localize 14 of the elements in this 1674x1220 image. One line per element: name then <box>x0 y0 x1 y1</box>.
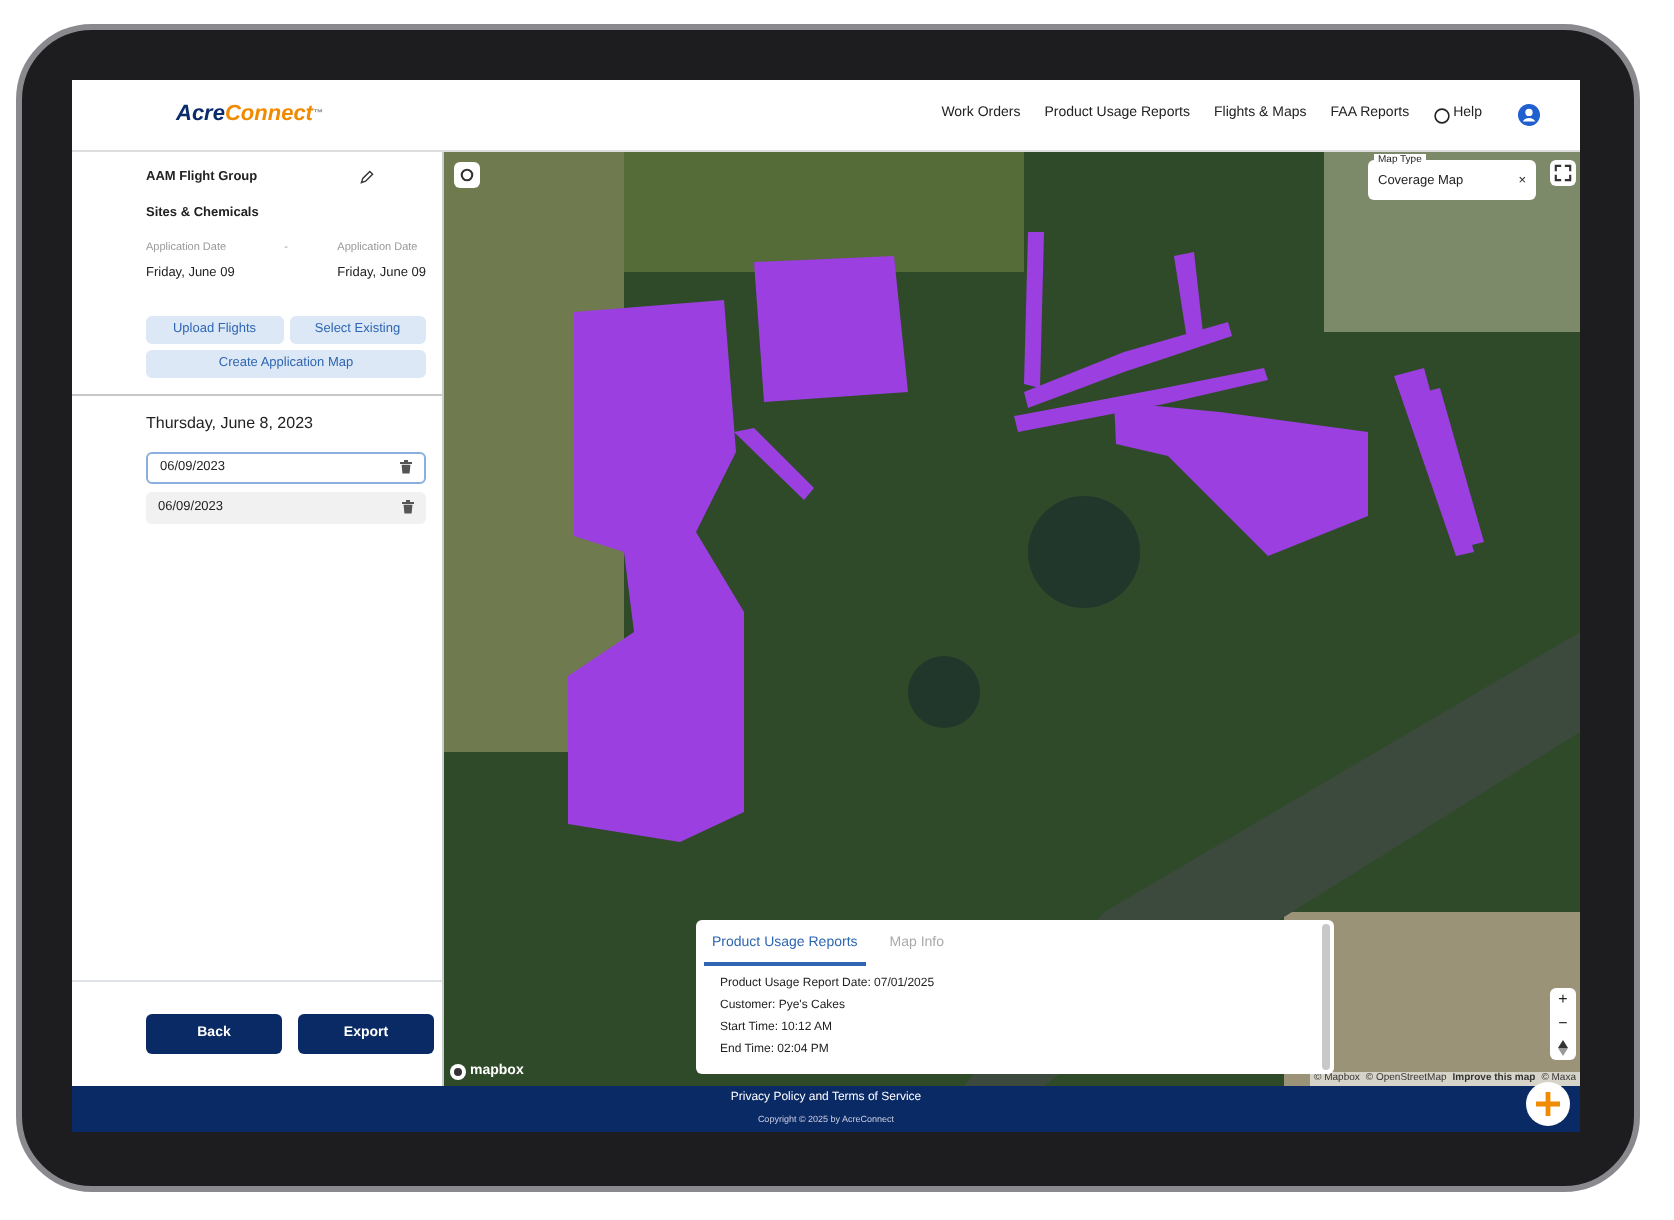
day-heading: Thursday, June 8, 2023 <box>146 411 315 435</box>
zoom-out-button[interactable]: − <box>1558 1012 1568 1036</box>
trash-icon[interactable] <box>402 500 414 514</box>
pencil-icon[interactable] <box>360 170 374 185</box>
mapbox-logo-icon <box>450 1063 466 1080</box>
add-fab-button[interactable] <box>1526 1082 1570 1126</box>
zoom-in-button[interactable]: + <box>1558 988 1568 1012</box>
user-avatar-icon[interactable] <box>1518 104 1540 126</box>
fullscreen-icon[interactable] <box>1554 164 1572 182</box>
app-logo: AcreConnect$^{™}$ <box>176 100 323 131</box>
help-icon <box>1433 107 1450 123</box>
compass-icon[interactable] <box>1558 1040 1568 1056</box>
locate-icon[interactable] <box>460 168 474 182</box>
trash-icon[interactable] <box>400 460 412 474</box>
